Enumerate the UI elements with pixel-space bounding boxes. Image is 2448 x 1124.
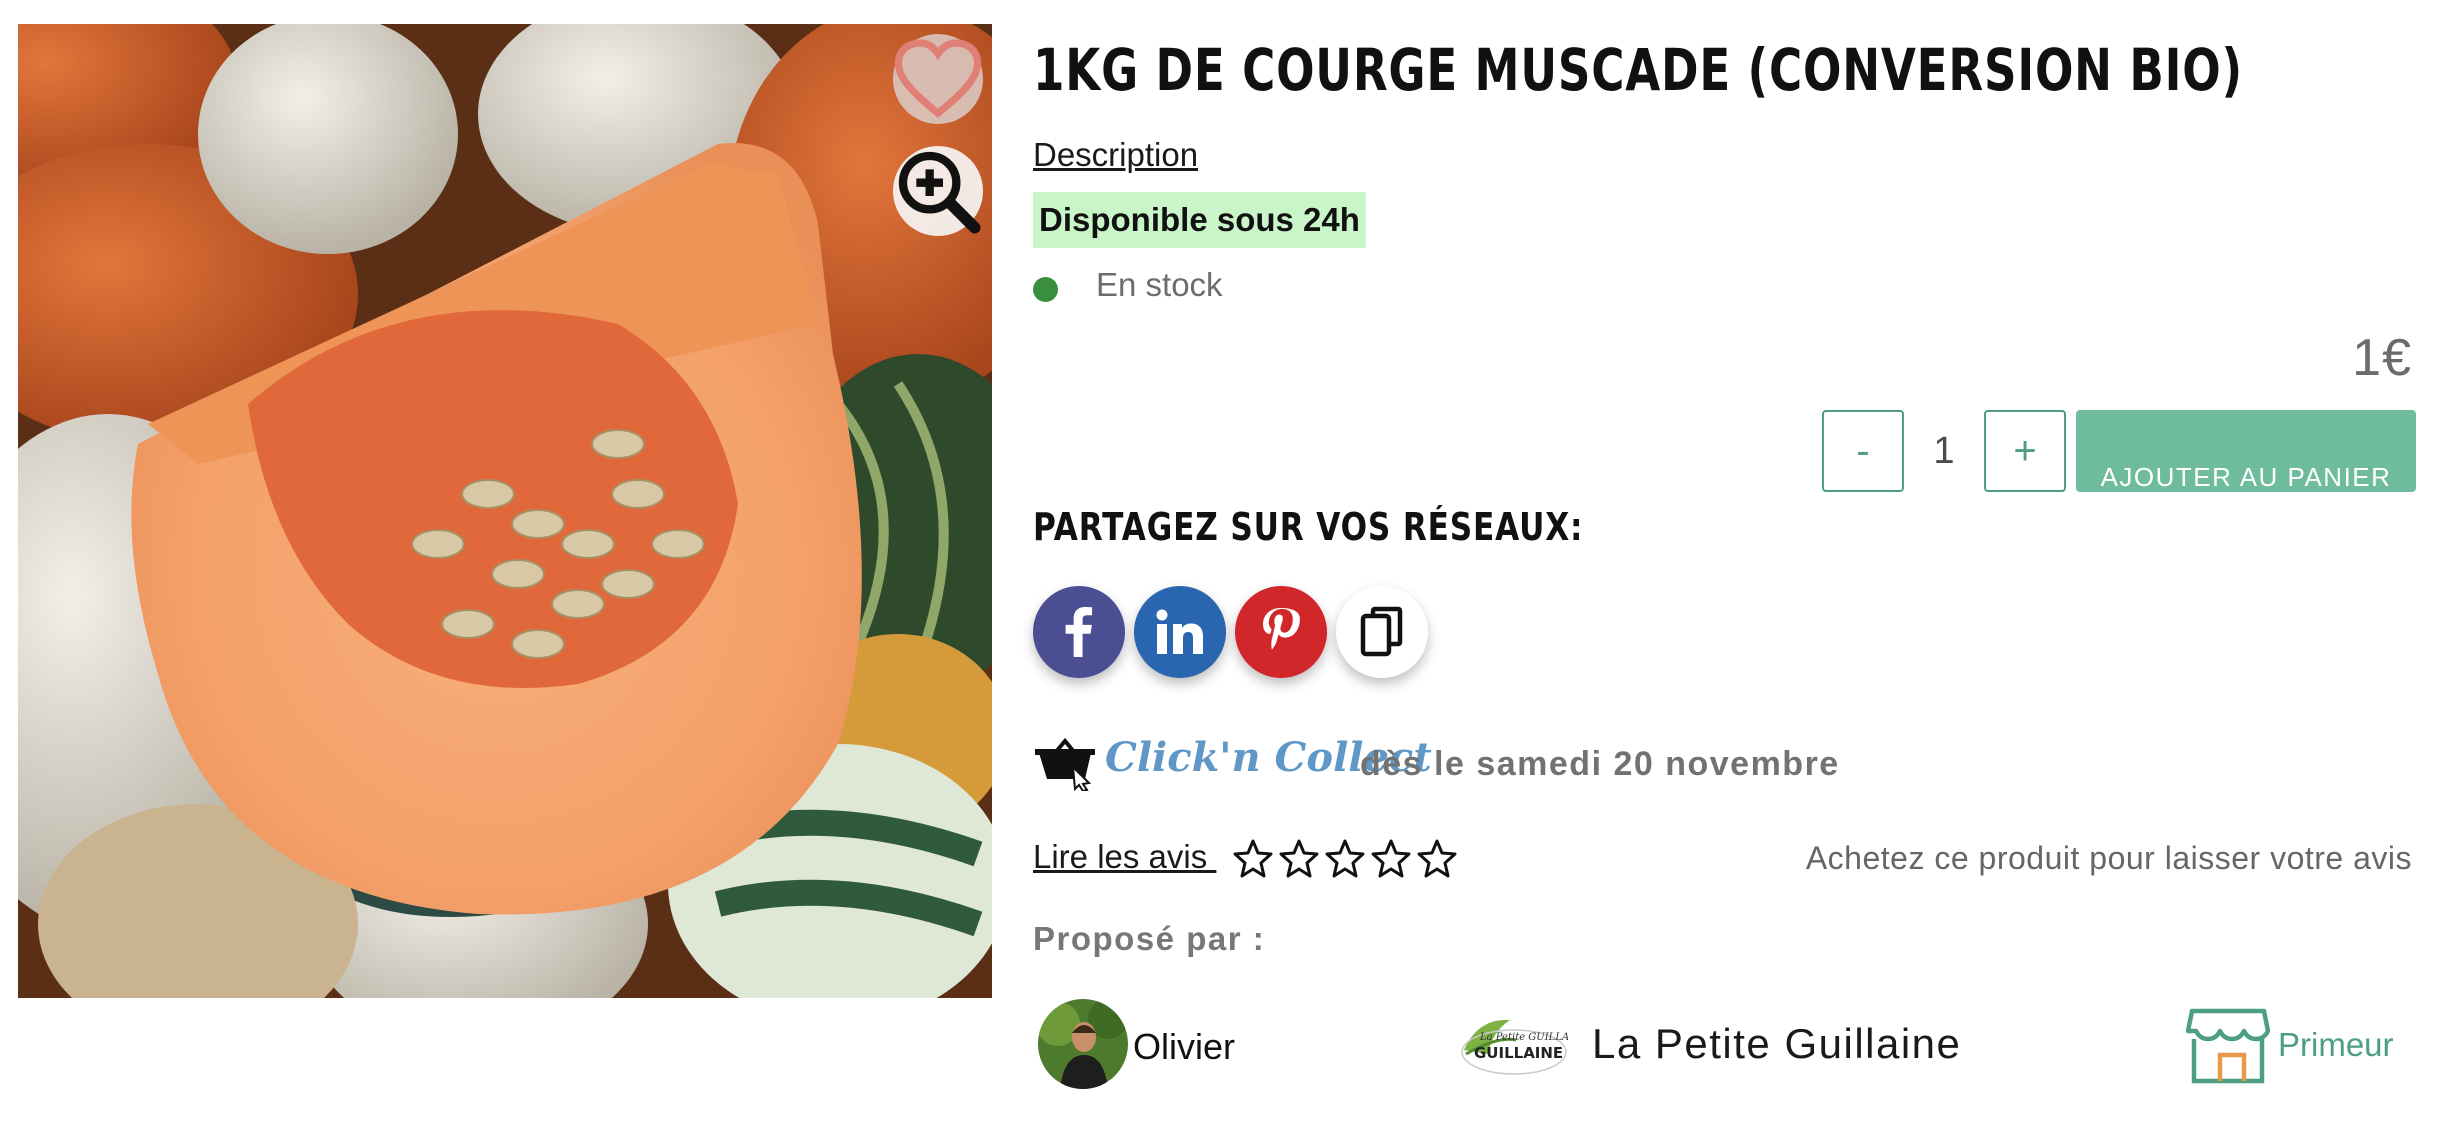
zoom-button[interactable] <box>893 146 983 236</box>
share-heading: PARTAGEZ SUR VOS RÉSEAUX: <box>1033 505 1584 549</box>
quantity-increase-button[interactable]: + <box>1984 410 2066 492</box>
linkedin-icon <box>1156 609 1203 654</box>
star-outline-icon[interactable] <box>1325 838 1365 878</box>
availability-badge: Disponible sous 24h <box>1033 192 1366 248</box>
heart-icon <box>894 39 982 118</box>
producer-photo <box>1038 999 1128 1089</box>
favorite-button[interactable] <box>893 34 983 124</box>
farm-logo[interactable]: La Petite GUILLAINE GUILLAINE <box>1458 1010 1590 1080</box>
share-pinterest-button[interactable] <box>1235 586 1327 678</box>
squash-illustration <box>18 24 992 998</box>
click-collect-date: dès le samedi 20 novembre <box>1360 745 1840 783</box>
farm-name[interactable]: La Petite Guillaine <box>1592 1020 1961 1068</box>
zoom-in-icon <box>898 151 981 234</box>
add-to-cart-button[interactable]: AJOUTER AU PANIER <box>2076 410 2416 492</box>
description-link[interactable]: Description <box>1033 136 1198 174</box>
star-outline-icon[interactable] <box>1233 838 1273 878</box>
rating-stars <box>1233 838 1457 878</box>
farm-logo-text-small: La Petite GUILLAINE <box>1479 1032 1568 1043</box>
add-to-cart-label: AJOUTER AU PANIER <box>2100 462 2392 492</box>
star-outline-icon[interactable] <box>1417 838 1457 878</box>
shop-icon[interactable] <box>2186 1005 2270 1085</box>
share-facebook-button[interactable] <box>1033 586 1125 678</box>
producer-avatar[interactable] <box>1038 999 1128 1089</box>
seller-category[interactable]: Primeur <box>2278 1026 2394 1064</box>
star-outline-icon[interactable] <box>1371 838 1411 878</box>
product-price: 1€ <box>2352 329 2412 387</box>
facebook-icon <box>1065 607 1093 657</box>
stock-status-dot <box>1033 277 1058 302</box>
read-reviews-link[interactable]: Lire les avis <box>1033 838 1216 876</box>
product-title: 1KG DE COURGE MUSCADE (CONVERSION BIO) <box>1033 36 2243 104</box>
stock-status-label: En stock <box>1096 266 1223 303</box>
copy-link-button[interactable] <box>1336 586 1428 678</box>
share-linkedin-button[interactable] <box>1134 586 1226 678</box>
quantity-decrease-button[interactable]: - <box>1822 410 1904 492</box>
quantity-value[interactable]: 1 <box>1904 410 1984 492</box>
product-image[interactable] <box>18 24 992 998</box>
proposed-by-label: Proposé par : <box>1033 920 1266 957</box>
farm-logo-image: La Petite GUILLAINE GUILLAINE <box>1461 1019 1590 1075</box>
review-hint: Achetez ce produit pour laisser votre av… <box>1805 840 2412 876</box>
svg-text:GUILLAINE: GUILLAINE <box>1474 1044 1563 1062</box>
pinterest-icon <box>1263 608 1300 650</box>
star-outline-icon[interactable] <box>1279 838 1319 878</box>
click-collect-basket-icon <box>1035 737 1095 791</box>
producer-name[interactable]: Olivier <box>1133 1026 1235 1068</box>
copy-icon <box>1360 606 1403 657</box>
